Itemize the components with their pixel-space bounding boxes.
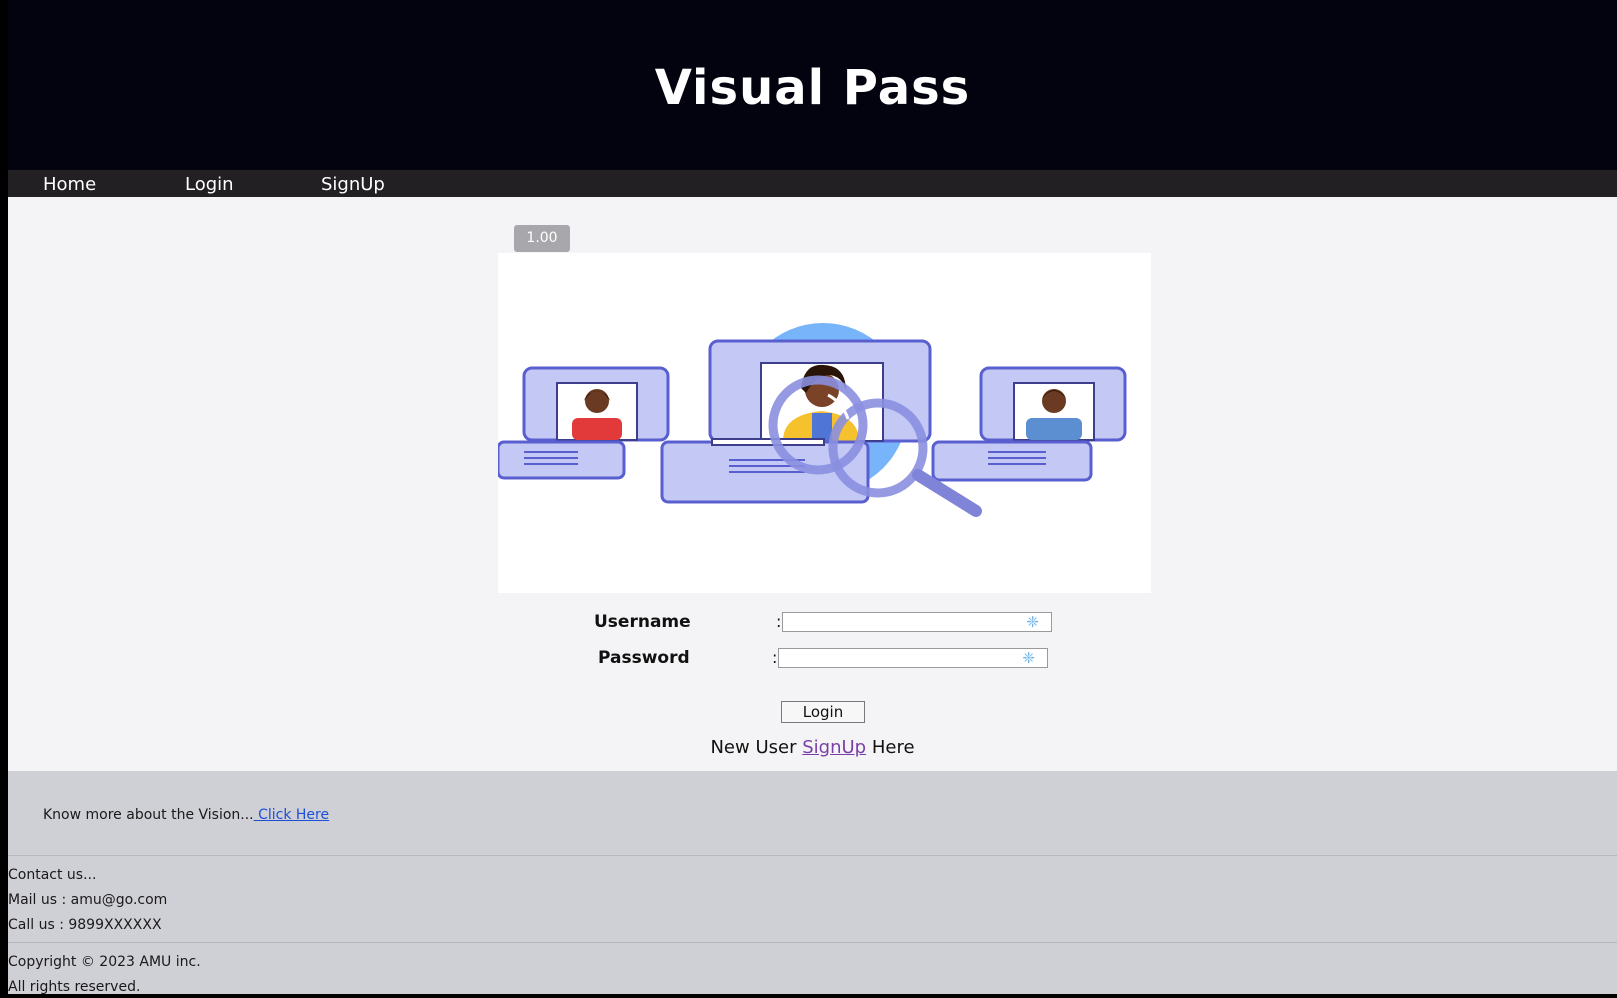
signup-prefix: New User xyxy=(710,737,797,758)
rights-text: All rights reserved. xyxy=(8,979,141,995)
zoom-badge: 1.00 xyxy=(514,225,570,252)
login-button[interactable]: Login xyxy=(781,701,865,723)
illustration-graphic xyxy=(496,323,1127,517)
username-label: Username xyxy=(594,612,691,632)
nav-home[interactable]: Home xyxy=(43,174,96,195)
vision-line: Know more about the Vision... Click Here xyxy=(43,807,329,823)
password-manager-icon[interactable]: ❈ xyxy=(1022,650,1035,667)
nav-login[interactable]: Login xyxy=(185,174,234,195)
center-profile-card xyxy=(660,339,932,504)
navbar: Home Login SignUp xyxy=(8,170,1617,197)
left-profile-card xyxy=(496,366,670,480)
password-colon: : xyxy=(772,648,778,667)
contact-phone: Call us : 9899XXXXXX xyxy=(8,917,162,933)
signup-suffix: Here xyxy=(871,737,915,758)
page: Visual Pass Home Login SignUp 1.00 Usern… xyxy=(8,0,1617,995)
footer-divider xyxy=(8,855,1617,856)
profile-search-illustration xyxy=(496,253,1151,593)
copyright-text: Copyright © 2023 AMU inc. xyxy=(8,954,201,970)
contact-heading: Contact us... xyxy=(8,867,97,883)
vision-link[interactable]: Click Here xyxy=(254,807,329,823)
password-label: Password xyxy=(598,648,690,668)
site-footer: Know more about the Vision... Click Here… xyxy=(8,771,1617,995)
site-title: Visual Pass xyxy=(654,60,971,116)
contact-mail: Mail us : amu@go.com xyxy=(8,892,168,908)
username-input[interactable]: ❈ xyxy=(782,612,1052,632)
signup-prompt: New User SignUp Here xyxy=(8,737,1617,758)
signup-link[interactable]: SignUp xyxy=(802,737,866,758)
password-input[interactable]: ❈ xyxy=(778,648,1048,668)
password-manager-icon[interactable]: ❈ xyxy=(1026,614,1039,631)
nav-signup[interactable]: SignUp xyxy=(321,174,385,195)
site-header: Visual Pass xyxy=(8,0,1617,170)
right-profile-card xyxy=(931,366,1127,482)
username-colon: : xyxy=(776,612,782,631)
footer-divider xyxy=(8,942,1617,943)
vision-text: Know more about the Vision... xyxy=(43,807,254,823)
